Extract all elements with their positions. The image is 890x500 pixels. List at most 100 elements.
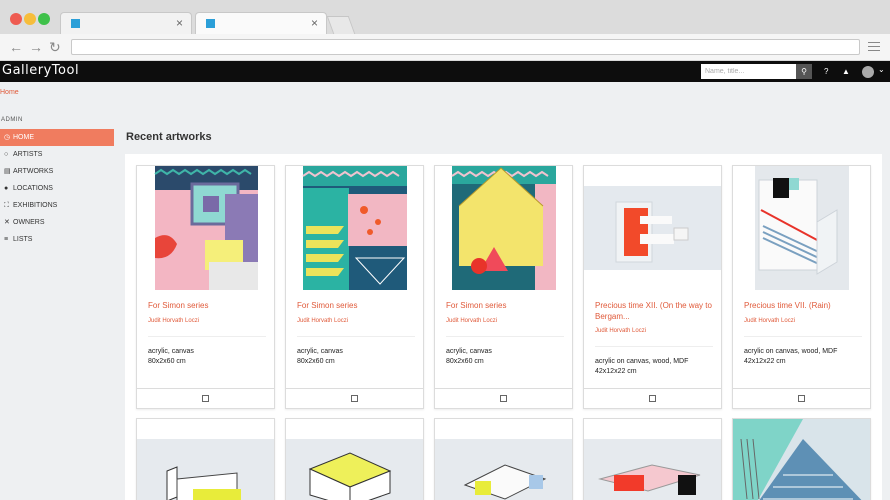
card-footer (733, 388, 870, 408)
divider (744, 336, 862, 337)
card-footer (137, 388, 274, 408)
artwork-artist[interactable]: Judit Horvath Loczi (297, 318, 348, 324)
artwork-image[interactable] (286, 419, 423, 500)
artwork-image[interactable] (137, 166, 274, 290)
artwork-card[interactable]: Precious time VII. (Rain) Judit Horvath … (732, 165, 871, 409)
divider (148, 336, 266, 337)
chevron-down-icon[interactable]: ⌄ (878, 65, 885, 74)
artwork-artist[interactable]: Judit Horvath Loczi (148, 318, 199, 324)
artwork-size: 80x2x60 cm (148, 358, 186, 365)
select-checkbox[interactable] (500, 395, 507, 402)
avatar[interactable] (862, 66, 874, 78)
address-bar[interactable] (71, 39, 860, 55)
divider (446, 336, 564, 337)
browser-tab-active[interactable]: × (195, 12, 327, 34)
sidebar-item-exhibitions[interactable]: ⛶ EXHIBITIONS (0, 197, 114, 214)
artwork-image[interactable] (584, 419, 721, 500)
artwork-image[interactable] (137, 419, 274, 500)
artwork-title[interactable]: For Simon series (446, 300, 564, 311)
select-checkbox[interactable] (649, 395, 656, 402)
artwork-medium: acrylic, canvas (148, 348, 194, 355)
expand-icon: ⛶ (4, 202, 9, 209)
artwork-image[interactable] (435, 419, 572, 500)
divider (595, 346, 713, 347)
artwork-title[interactable]: Precious time XII. (On the way to Bergam… (595, 300, 713, 322)
sidebar-item-label: HOME (13, 134, 34, 141)
browser-toolbar: ← → ↻ (0, 34, 890, 61)
artwork-title[interactable]: Precious time VII. (Rain) (744, 300, 862, 311)
card-footer (286, 388, 423, 408)
artwork-card[interactable] (434, 418, 573, 500)
divider (297, 336, 415, 337)
artwork-title[interactable]: For Simon series (297, 300, 415, 311)
close-tab-icon[interactable]: × (176, 16, 183, 30)
artwork-size: 42x12x22 cm (744, 358, 786, 365)
favicon-icon (206, 19, 215, 28)
reload-icon[interactable]: ↻ (49, 39, 61, 56)
artwork-image[interactable] (584, 166, 721, 290)
artwork-card[interactable]: For Simon series Judit Horvath Loczi acr… (285, 165, 424, 409)
artwork-image[interactable] (435, 166, 572, 290)
card-footer (435, 388, 572, 408)
browser-menu-icon[interactable] (868, 42, 880, 54)
app-header: GalleryTool ⚲ ? ▲ ⌄ (0, 61, 890, 82)
back-arrow-icon[interactable]: ← (9, 39, 23, 55)
brand-logo[interactable]: GalleryTool (2, 63, 79, 78)
browser-tab[interactable]: × (60, 12, 192, 34)
artwork-card[interactable] (285, 418, 424, 500)
artwork-card[interactable] (583, 418, 722, 500)
close-tab-icon[interactable]: × (311, 16, 318, 30)
search-icon[interactable]: ⚲ (796, 64, 812, 79)
sidebar-item-artworks[interactable]: ▤ ARTWORKS (0, 163, 114, 180)
artwork-image[interactable] (733, 419, 870, 500)
sidebar-item-artists[interactable]: ○ ARTISTS (0, 146, 114, 163)
artwork-card[interactable]: Precious time XII. (On the way to Bergam… (583, 165, 722, 409)
sidebar-item-owners[interactable]: ✕ OWNERS (0, 214, 114, 231)
maximize-window-button[interactable] (38, 13, 50, 25)
select-checkbox[interactable] (202, 395, 209, 402)
close-icon: ✕ (4, 219, 10, 226)
new-tab-button[interactable] (326, 16, 356, 34)
sidebar-section-label: ADMIN (1, 117, 23, 123)
artwork-medium: acrylic, canvas (297, 348, 343, 355)
artwork-card[interactable]: For Simon series Judit Horvath Loczi acr… (434, 165, 573, 409)
circle-icon: ○ (4, 151, 9, 158)
artwork-image[interactable] (733, 166, 870, 290)
artwork-card[interactable] (732, 418, 871, 500)
forward-arrow-icon[interactable]: → (29, 39, 43, 55)
artwork-card[interactable]: For Simon series Judit Horvath Loczi acr… (136, 165, 275, 409)
artwork-medium: acrylic on canvas, wood, MDF (595, 358, 689, 365)
close-window-button[interactable] (10, 13, 22, 25)
select-checkbox[interactable] (798, 395, 805, 402)
map-marker-icon: ● (4, 185, 9, 192)
artwork-size: 80x2x60 cm (446, 358, 484, 365)
sidebar-item-label: LISTS (13, 236, 33, 243)
minimize-window-button[interactable] (24, 13, 36, 25)
sidebar-item-locations[interactable]: ● LOCATIONS (0, 180, 114, 197)
artwork-size: 80x2x60 cm (297, 358, 335, 365)
page-title: Recent artworks (126, 131, 212, 143)
artwork-artist[interactable]: Judit Horvath Loczi (744, 318, 795, 324)
select-checkbox[interactable] (351, 395, 358, 402)
sidebar: ◷ HOME ○ ARTISTS ▤ ARTWORKS ● LOCATIONS ⛶ EXH… (0, 129, 114, 248)
artwork-size: 42x12x22 cm (595, 368, 637, 375)
artwork-image[interactable] (286, 166, 423, 290)
breadcrumb[interactable]: Home (0, 89, 19, 96)
help-icon[interactable]: ? (824, 67, 828, 76)
artwork-title[interactable]: For Simon series (148, 300, 266, 311)
card-footer (584, 388, 721, 408)
sidebar-item-label: EXHIBITIONS (13, 202, 58, 209)
artwork-medium: acrylic on canvas, wood, MDF (744, 348, 838, 355)
artwork-artist[interactable]: Judit Horvath Loczi (595, 328, 646, 334)
sidebar-item-label: ARTWORKS (13, 168, 54, 175)
sidebar-item-home[interactable]: ◷ HOME (0, 129, 114, 146)
search-input[interactable] (701, 64, 796, 79)
sidebar-item-label: OWNERS (13, 219, 45, 226)
browser-tab-strip: × × (0, 0, 890, 34)
artwork-medium: acrylic, canvas (446, 348, 492, 355)
artwork-artist[interactable]: Judit Horvath Loczi (446, 318, 497, 324)
sidebar-item-lists[interactable]: ≡ LISTS (0, 231, 114, 248)
artwork-card[interactable] (136, 418, 275, 500)
bell-icon[interactable]: ▲ (842, 67, 850, 76)
sidebar-item-label: ARTISTS (13, 151, 43, 158)
